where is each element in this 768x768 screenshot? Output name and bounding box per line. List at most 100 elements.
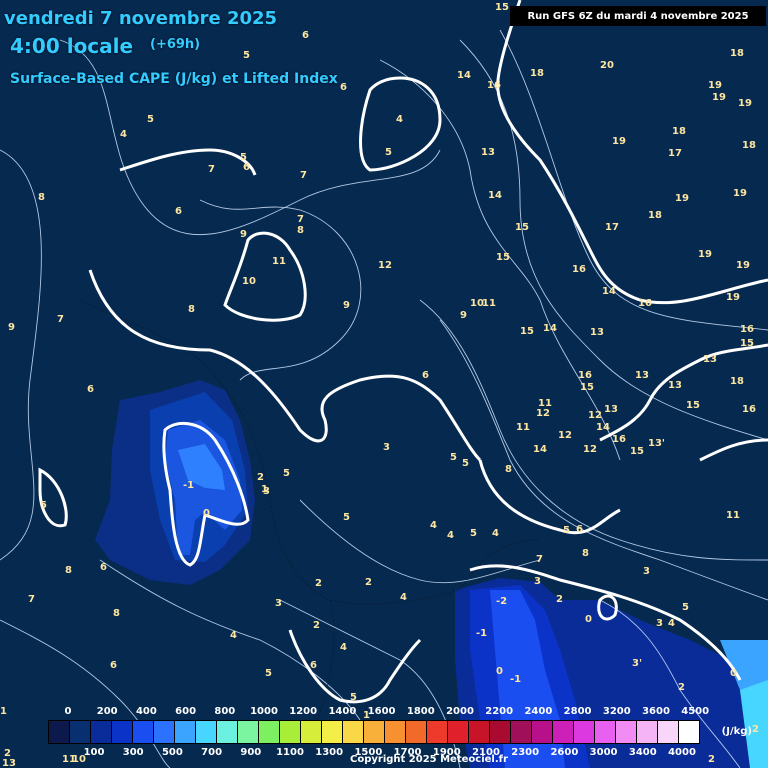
legend-swatch xyxy=(594,720,616,744)
svg-text:11: 11 xyxy=(482,298,496,309)
svg-text:3: 3 xyxy=(263,486,270,497)
svg-text:18: 18 xyxy=(530,68,544,79)
legend-top-label: 1800 xyxy=(406,706,435,717)
legend-swatch xyxy=(216,720,238,744)
svg-text:6: 6 xyxy=(175,206,182,217)
svg-text:0: 0 xyxy=(203,508,210,519)
svg-text:15: 15 xyxy=(495,2,509,13)
svg-text:3: 3 xyxy=(534,576,541,587)
legend-swatch xyxy=(447,720,469,744)
svg-text:8: 8 xyxy=(38,192,45,203)
legend-top-label: 4500 xyxy=(681,706,710,717)
svg-text:12: 12 xyxy=(558,430,572,441)
svg-text:4: 4 xyxy=(400,592,407,603)
legend-swatch xyxy=(300,720,322,744)
legend-top-label: 2000 xyxy=(446,706,474,717)
svg-text:11: 11 xyxy=(272,256,286,267)
svg-text:15: 15 xyxy=(580,382,594,393)
legend-swatch xyxy=(132,720,154,744)
legend-swatch xyxy=(426,720,448,744)
legend-bottom-label: 3000 xyxy=(589,747,618,758)
svg-text:7: 7 xyxy=(297,214,304,225)
svg-text:3: 3 xyxy=(656,618,663,629)
svg-text:19: 19 xyxy=(612,136,626,147)
svg-text:13: 13 xyxy=(481,147,495,158)
svg-text:2: 2 xyxy=(257,472,264,483)
svg-text:4: 4 xyxy=(430,520,437,531)
svg-text:5: 5 xyxy=(450,452,457,463)
svg-text:-1: -1 xyxy=(476,628,487,639)
svg-text:5: 5 xyxy=(563,525,570,536)
svg-text:-1: -1 xyxy=(510,674,521,685)
svg-text:14: 14 xyxy=(457,70,471,81)
svg-text:8: 8 xyxy=(113,608,120,619)
svg-text:16: 16 xyxy=(740,324,754,335)
svg-text:2: 2 xyxy=(365,577,372,588)
legend-swatch xyxy=(279,720,301,744)
svg-text:3: 3 xyxy=(275,598,282,609)
copyright-notice: Copyright 2025 Meteociel.fr xyxy=(350,754,508,765)
svg-text:6: 6 xyxy=(110,660,117,671)
svg-text:16: 16 xyxy=(638,298,652,309)
svg-text:11: 11 xyxy=(726,510,740,521)
svg-text:2: 2 xyxy=(556,594,563,605)
legend-swatch xyxy=(69,720,91,744)
legend-bottom-label: 4000 xyxy=(668,747,696,758)
svg-text:19: 19 xyxy=(733,188,747,199)
svg-text:12: 12 xyxy=(536,408,550,419)
svg-text:13: 13 xyxy=(590,327,604,338)
svg-text:19: 19 xyxy=(738,98,752,109)
svg-text:14: 14 xyxy=(533,444,547,455)
svg-text:8: 8 xyxy=(297,225,304,236)
svg-text:7: 7 xyxy=(300,170,307,181)
svg-text:19: 19 xyxy=(726,292,740,303)
svg-text:-1: -1 xyxy=(183,480,194,491)
svg-text:18: 18 xyxy=(648,210,662,221)
svg-text:6: 6 xyxy=(340,82,347,93)
legend-top-label: 600 xyxy=(175,706,197,717)
svg-text:19: 19 xyxy=(675,193,689,204)
legend-bottom-label: 300 xyxy=(122,747,144,758)
svg-text:5: 5 xyxy=(682,602,689,613)
legend-top-label: 1400 xyxy=(328,706,357,717)
svg-text:6: 6 xyxy=(310,660,317,671)
legend-swatch xyxy=(153,720,175,744)
svg-text:3': 3' xyxy=(632,658,642,669)
legend-swatch xyxy=(321,720,343,744)
svg-text:19: 19 xyxy=(736,260,750,271)
legend-swatch xyxy=(552,720,574,744)
legend-swatch xyxy=(510,720,532,744)
svg-text:13: 13 xyxy=(668,380,682,391)
svg-text:4: 4 xyxy=(120,129,127,140)
legend-bottom-label: 2600 xyxy=(550,747,579,758)
forecast-time: 4:00 locale xyxy=(10,34,134,58)
legend-unit: (J/kg) xyxy=(721,726,752,737)
svg-text:8: 8 xyxy=(188,304,195,315)
svg-text:6: 6 xyxy=(87,384,94,395)
legend-swatch xyxy=(258,720,280,744)
legend-swatch xyxy=(468,720,490,744)
legend-swatch xyxy=(489,720,511,744)
svg-text:5: 5 xyxy=(470,528,477,539)
forecast-lead-time: (+69h) xyxy=(150,37,201,52)
svg-text:5: 5 xyxy=(343,512,350,523)
svg-text:9: 9 xyxy=(460,310,467,321)
svg-text:0: 0 xyxy=(585,614,592,625)
svg-text:20: 20 xyxy=(600,60,614,71)
legend-top-label: 2200 xyxy=(485,706,514,717)
svg-text:14: 14 xyxy=(488,190,502,201)
svg-text:6: 6 xyxy=(422,370,429,381)
svg-text:10: 10 xyxy=(242,276,256,287)
svg-text:14: 14 xyxy=(543,323,557,334)
svg-text:8: 8 xyxy=(505,464,512,475)
svg-text:4: 4 xyxy=(492,528,499,539)
legend-swatch xyxy=(384,720,406,744)
svg-text:3: 3 xyxy=(383,442,390,453)
svg-text:19: 19 xyxy=(708,80,722,91)
svg-text:2: 2 xyxy=(313,620,320,631)
legend-bottom-label: 700 xyxy=(201,747,223,758)
legend-bottom-label: 1300 xyxy=(315,747,344,758)
svg-text:7: 7 xyxy=(536,554,543,565)
svg-text:9: 9 xyxy=(8,322,15,333)
svg-text:6: 6 xyxy=(243,162,250,173)
